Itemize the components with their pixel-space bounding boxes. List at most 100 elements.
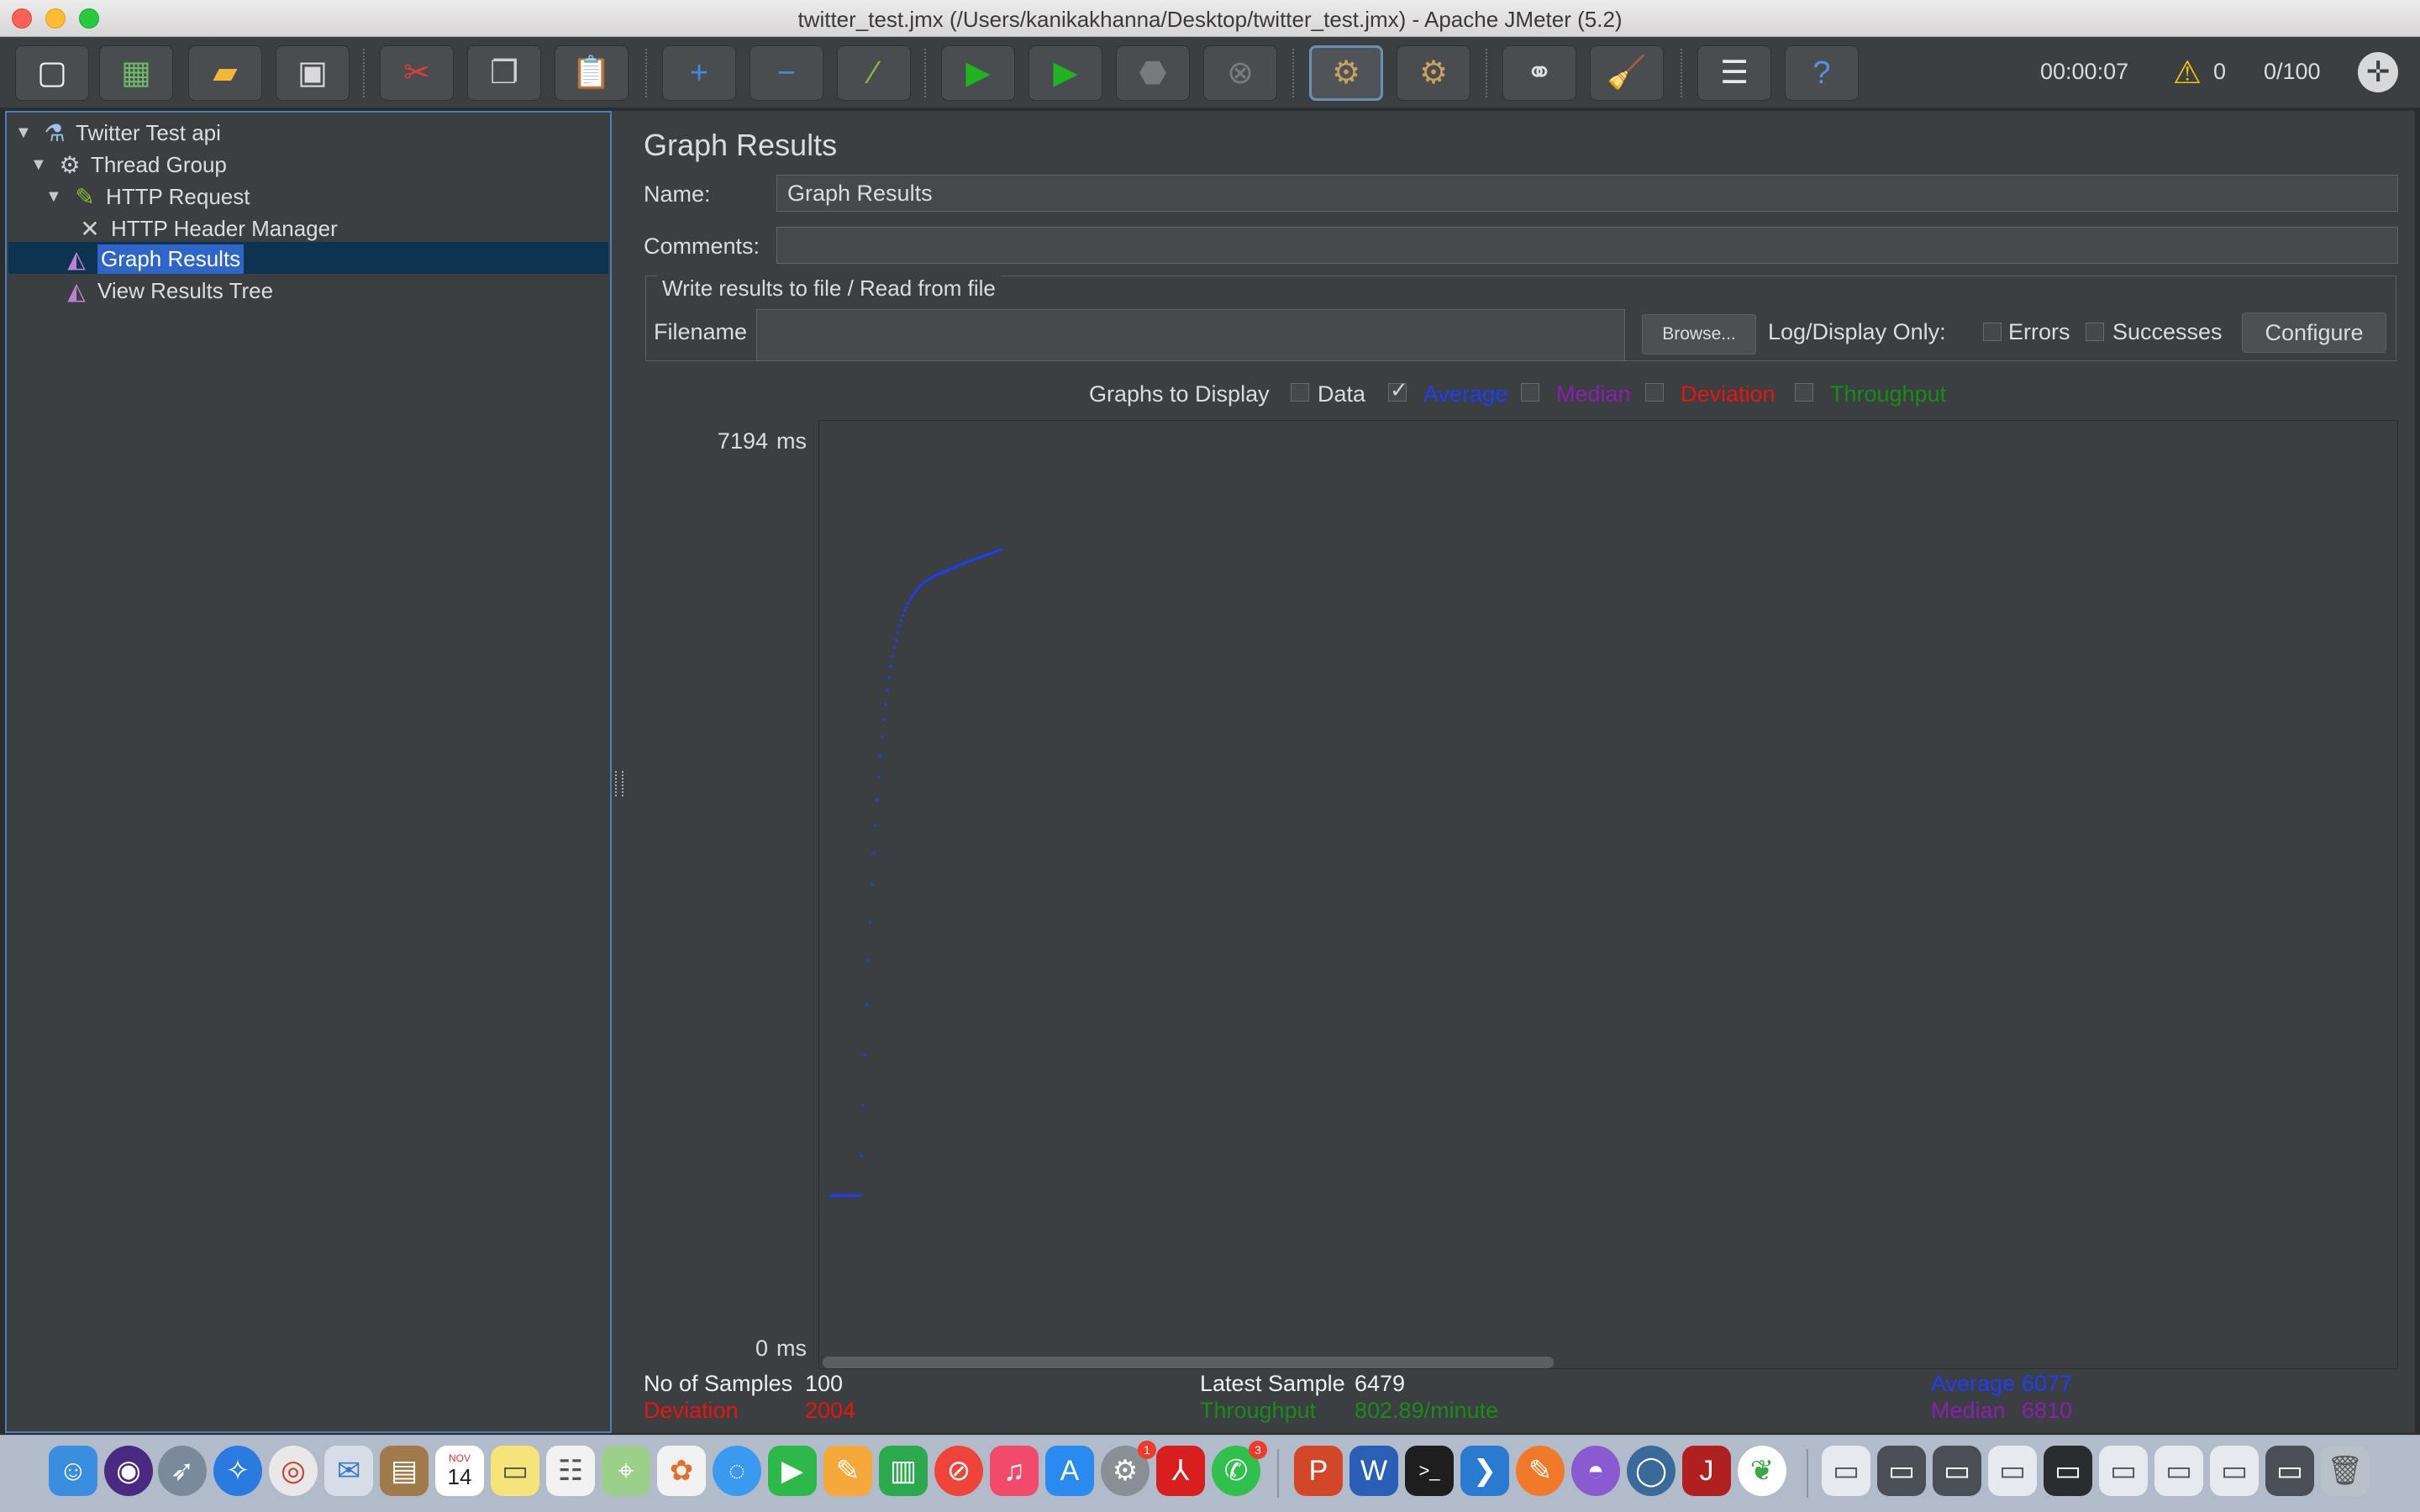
messages-icon[interactable]: ◌ [713, 1446, 761, 1496]
toggle-button[interactable]: ⁄ [837, 45, 911, 101]
tree-item-graph-results[interactable]: ◭ Graph Results [62, 244, 245, 274]
minimized-window-2[interactable]: ▭ [1877, 1446, 1926, 1496]
tree-item-test-plan[interactable]: ▼ ⚗ Twitter Test api [15, 118, 221, 148]
successes-checkbox[interactable] [2086, 323, 2104, 341]
cut-button[interactable]: ✂ [380, 45, 454, 101]
filename-field[interactable] [756, 309, 1625, 361]
safari-icon[interactable]: ✧ [213, 1446, 262, 1496]
name-field[interactable]: Graph Results [776, 175, 2398, 212]
splitter-grip-icon[interactable] [615, 771, 623, 796]
powerpoint-icon[interactable]: P [1294, 1446, 1343, 1496]
launchpad-icon[interactable]: ➶ [158, 1446, 207, 1496]
throughput-checkbox[interactable] [1795, 383, 1813, 402]
median-checkbox[interactable] [1521, 383, 1539, 402]
minimized-window-5[interactable]: ▭ [2044, 1446, 2092, 1496]
configure-button[interactable]: Configure [2242, 312, 2386, 353]
jmeter-icon[interactable]: J [1682, 1446, 1731, 1496]
templates-button[interactable]: ▦ [99, 45, 173, 101]
graph-plot-area [818, 420, 2398, 1369]
average-data-point [882, 717, 886, 721]
average-data-point [860, 1154, 863, 1158]
elapsed-time: 00:00:07 [2040, 59, 2129, 84]
open-button[interactable]: ▰ [188, 45, 262, 101]
collapse-all-button[interactable]: − [750, 45, 823, 101]
terminal-icon[interactable]: >_ [1405, 1446, 1454, 1496]
minimized-window-6[interactable]: ▭ [2099, 1446, 2148, 1496]
data-checkbox[interactable] [1291, 383, 1309, 402]
minimized-window-1[interactable]: ▭ [1822, 1446, 1870, 1496]
expand-triangle-icon[interactable]: ▼ [15, 123, 32, 143]
pages-icon[interactable]: ✎ [823, 1446, 872, 1496]
test-plan-icon: ⚗ [44, 119, 66, 146]
copy-button[interactable]: ❐ [467, 45, 541, 101]
average-option-label: Average [1423, 381, 1508, 407]
tree-item-view-results-tree[interactable]: ◭ View Results Tree [62, 276, 273, 306]
stop-button[interactable]: ⬣ [1116, 45, 1190, 101]
help-button[interactable]: ? [1785, 45, 1859, 101]
paste-button[interactable]: 📋 [555, 45, 629, 101]
latest-sample-label: Latest Sample [1200, 1371, 1345, 1396]
reminders-icon[interactable]: ☷ [546, 1446, 595, 1496]
minimized-window-8[interactable]: ▭ [2210, 1446, 2259, 1496]
mail-icon[interactable]: ✉ [324, 1446, 373, 1496]
notebook-icon[interactable]: ▤ [380, 1446, 429, 1496]
graph-horizontal-scrollbar[interactable] [823, 1357, 1554, 1368]
deviation-checkbox[interactable] [1645, 383, 1664, 402]
photos-icon[interactable]: ✿ [657, 1446, 706, 1496]
shutdown-button[interactable]: ⊗ [1203, 45, 1277, 101]
remote-engines-icon[interactable]: ✛ [2358, 52, 2398, 92]
numbers-icon[interactable]: ▥ [879, 1446, 928, 1496]
play-icon: ▶ [965, 55, 991, 91]
siri-icon[interactable]: ◉ [104, 1446, 153, 1496]
average-checkbox[interactable] [1388, 377, 1408, 403]
github-icon[interactable]: ◓ [1571, 1446, 1620, 1496]
function-helper-button[interactable]: ☰ [1697, 45, 1771, 101]
start-no-pauses-button[interactable]: ▶ [1028, 45, 1102, 101]
panel-splitter[interactable] [612, 111, 627, 1433]
calendar-icon[interactable]: NOV 14 [435, 1446, 484, 1496]
comments-field[interactable] [776, 227, 2398, 264]
minimized-window-9[interactable]: ▭ [2265, 1446, 2314, 1496]
tree-item-thread-group[interactable]: ▼ ⚙ Thread Group [30, 150, 227, 180]
stop-icon: ⬣ [1139, 55, 1167, 91]
new-test-plan-button[interactable]: ▢ [15, 45, 89, 101]
quicktime-icon[interactable]: ◯ [1627, 1446, 1676, 1496]
minimized-window-3[interactable]: ▭ [1933, 1446, 1981, 1496]
minimized-window-4[interactable]: ▭ [1988, 1446, 2037, 1496]
acrobat-icon[interactable]: ⅄ [1156, 1446, 1205, 1496]
expand-triangle-icon[interactable]: ▼ [30, 155, 47, 175]
tree-item-http-header-manager[interactable]: ✕ HTTP Header Manager [76, 213, 337, 244]
expand-all-button[interactable]: + [662, 45, 736, 101]
facetime-icon[interactable]: ▶ [768, 1446, 817, 1496]
save-button[interactable]: ▣ [276, 45, 350, 101]
music-icon[interactable]: ♫ [990, 1446, 1039, 1496]
tree-item-http-request[interactable]: ▼ ✎ HTTP Request [45, 181, 250, 212]
clear-all-button[interactable]: ⚙ [1397, 45, 1470, 101]
app-store-icon[interactable]: A [1045, 1446, 1094, 1496]
search-button[interactable]: ⚭ [1502, 45, 1576, 101]
warning-icon[interactable]: ⚠ [2173, 54, 2202, 92]
mongodb-icon[interactable]: ❦ [1738, 1446, 1786, 1496]
word-icon[interactable]: W [1349, 1446, 1398, 1496]
test-plan-tree[interactable]: ▼ ⚗ Twitter Test api ▼ ⚙ Thread Group ▼ … [5, 111, 612, 1433]
chrome-icon[interactable]: ◎ [269, 1446, 318, 1496]
play-no-timer-icon: ▶ [1053, 55, 1078, 91]
reset-search-button[interactable]: 🧹 [1590, 45, 1664, 101]
clear-button[interactable]: ⚙ [1309, 45, 1383, 101]
stickies-icon[interactable]: ▭ [491, 1446, 539, 1496]
finder-icon[interactable]: ☺ [49, 1446, 97, 1496]
minimized-window-7[interactable]: ▭ [2154, 1446, 2203, 1496]
news-icon[interactable]: ⊘ [934, 1446, 983, 1496]
vscode-icon[interactable]: ❯ [1460, 1446, 1509, 1496]
sublime-icon[interactable]: ✎ [1516, 1446, 1565, 1496]
expand-triangle-icon[interactable]: ▼ [45, 187, 62, 207]
page-title: Graph Results [644, 128, 838, 162]
plus-icon: + [689, 55, 709, 91]
throughput-stat-label: Throughput [1200, 1398, 1317, 1423]
browse-button[interactable]: Browse... [1642, 314, 1756, 354]
average-data-point [874, 824, 877, 827]
start-button[interactable]: ▶ [941, 45, 1015, 101]
errors-checkbox[interactable] [1983, 323, 2002, 341]
maps-icon[interactable]: ⌖ [602, 1446, 650, 1496]
trash-icon[interactable]: 🗑 [2321, 1446, 2370, 1496]
